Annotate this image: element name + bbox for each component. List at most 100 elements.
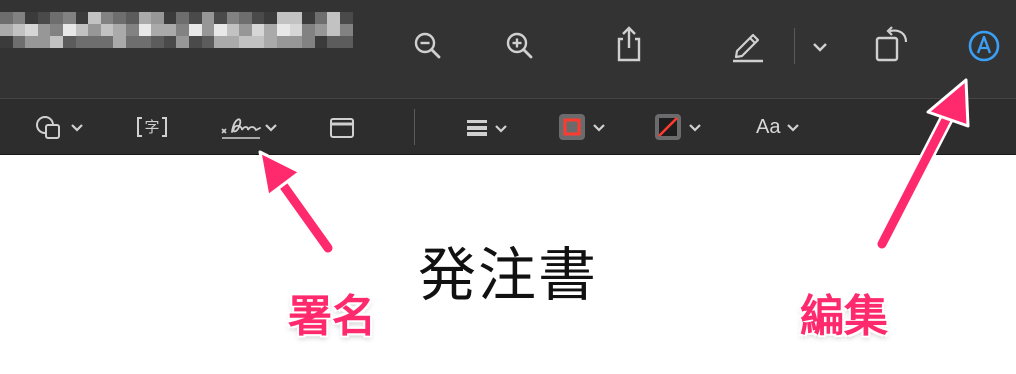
- mosaic-cell: [25, 36, 38, 48]
- share-icon: [617, 26, 641, 62]
- chevron-down-icon: [813, 43, 827, 52]
- mosaic-cell: [88, 12, 101, 24]
- mosaic-cell: [289, 36, 303, 48]
- mosaic-cell: [264, 36, 278, 48]
- zoom-out-button[interactable]: [410, 28, 446, 64]
- mosaic-cell: [201, 36, 215, 48]
- mosaic-cell: [125, 36, 139, 48]
- mosaic-cell: [113, 12, 126, 24]
- mosaic-cell: [239, 12, 252, 24]
- line-weight-icon: [467, 120, 487, 136]
- pen-icon: [733, 33, 763, 63]
- zoom-in-button[interactable]: [502, 28, 538, 64]
- mosaic-cell: [25, 24, 38, 36]
- mosaic-cell: [37, 12, 51, 24]
- mosaic-cell: [251, 24, 265, 36]
- mosaic-cell: [188, 36, 202, 48]
- mosaic-cell: [50, 36, 63, 48]
- page-layout-button[interactable]: [328, 116, 356, 140]
- mosaic-cell: [163, 12, 177, 24]
- mosaic-cell: [75, 36, 89, 48]
- annotation-edit-label: 編集: [800, 291, 888, 342]
- zoom-out-icon: [414, 32, 441, 59]
- rotate-icon: [875, 26, 908, 62]
- fill-color-icon: [655, 114, 681, 140]
- mosaic-cell: [25, 12, 38, 24]
- mosaic-cell: [0, 24, 13, 36]
- text-box-icon: 字: [136, 116, 168, 138]
- mosaic-cell: [163, 24, 177, 36]
- mosaic-cell: [264, 12, 278, 24]
- highlight-button[interactable]: [728, 26, 768, 64]
- mosaic-cell: [138, 24, 152, 36]
- mosaic-cell: [277, 36, 290, 48]
- mosaic-cell: [302, 36, 315, 48]
- mosaic-cell: [277, 12, 290, 24]
- mosaic-cell: [12, 12, 26, 24]
- mosaic-cell: [289, 24, 303, 36]
- chevron-down-icon: [689, 123, 701, 132]
- text-box-button[interactable]: 字: [134, 114, 170, 140]
- mosaic-cell: [314, 24, 328, 36]
- mosaic-cell: [327, 24, 341, 36]
- mosaic-cell: [188, 12, 202, 24]
- shapes-button[interactable]: [34, 113, 84, 141]
- mosaic-cell: [138, 12, 152, 24]
- mosaic-cell: [277, 24, 290, 36]
- mosaic-cell: [289, 12, 303, 24]
- mosaic-cell: [37, 24, 51, 36]
- mosaic-cell: [125, 12, 139, 24]
- mosaic-cell: [176, 24, 189, 36]
- mosaic-cell: [0, 36, 13, 48]
- rotate-button[interactable]: [872, 24, 912, 64]
- mosaic-cell: [226, 12, 240, 24]
- mosaic-cell: [62, 24, 76, 36]
- sign-button[interactable]: [220, 111, 278, 143]
- fill-color-button[interactable]: [654, 113, 702, 141]
- mosaic-cell: [188, 24, 202, 36]
- mosaic-cell: [113, 36, 126, 48]
- mosaic-cell: [0, 12, 13, 24]
- mosaic-cell: [340, 36, 353, 48]
- mosaic-cell: [314, 36, 328, 48]
- highlight-options-button[interactable]: [808, 36, 832, 58]
- text-box-glyph: 字: [144, 118, 160, 136]
- text-style-button[interactable]: Aa: [756, 113, 800, 141]
- mosaic-cell: [75, 24, 89, 36]
- zoom-in-icon: [506, 32, 533, 59]
- chevron-down-icon: [265, 123, 277, 132]
- annotation-signature-label: 署名: [288, 291, 376, 342]
- mosaic-cell: [151, 36, 164, 48]
- mosaic-cell: [327, 36, 341, 48]
- markup-pen-circle-icon: [968, 30, 1000, 62]
- mosaic-cell: [125, 24, 139, 36]
- mosaic-cell: [75, 12, 89, 24]
- mosaic-cell: [113, 24, 126, 36]
- mosaic-cell: [100, 12, 114, 24]
- mosaic-cell: [226, 24, 240, 36]
- mosaic-cell: [151, 12, 164, 24]
- chevron-down-icon: [787, 123, 800, 132]
- mosaic-cell: [62, 36, 76, 48]
- mosaic-cell: [251, 12, 265, 24]
- markup-toolbar: 字 Aa: [0, 98, 1016, 155]
- chevron-down-icon: [593, 123, 605, 132]
- mosaic-cell: [201, 12, 215, 24]
- mosaic-cell: [302, 24, 315, 36]
- shape-style-button[interactable]: [466, 116, 508, 140]
- mosaic-cell: [151, 24, 164, 36]
- mosaic-cell: [88, 24, 101, 36]
- toolbar-divider: [794, 28, 795, 64]
- mosaic-cell: [251, 36, 265, 48]
- mosaic-cell: [37, 36, 51, 48]
- redacted-window-title: [0, 12, 353, 48]
- toolbar-divider: [414, 109, 415, 145]
- mosaic-cell: [163, 36, 177, 48]
- mosaic-cell: [226, 36, 240, 48]
- markup-button[interactable]: [964, 28, 1004, 64]
- signature-icon: [221, 118, 261, 139]
- chevron-down-icon: [495, 124, 507, 133]
- border-color-button[interactable]: [558, 113, 606, 141]
- mosaic-cell: [12, 24, 26, 36]
- share-button[interactable]: [612, 24, 646, 64]
